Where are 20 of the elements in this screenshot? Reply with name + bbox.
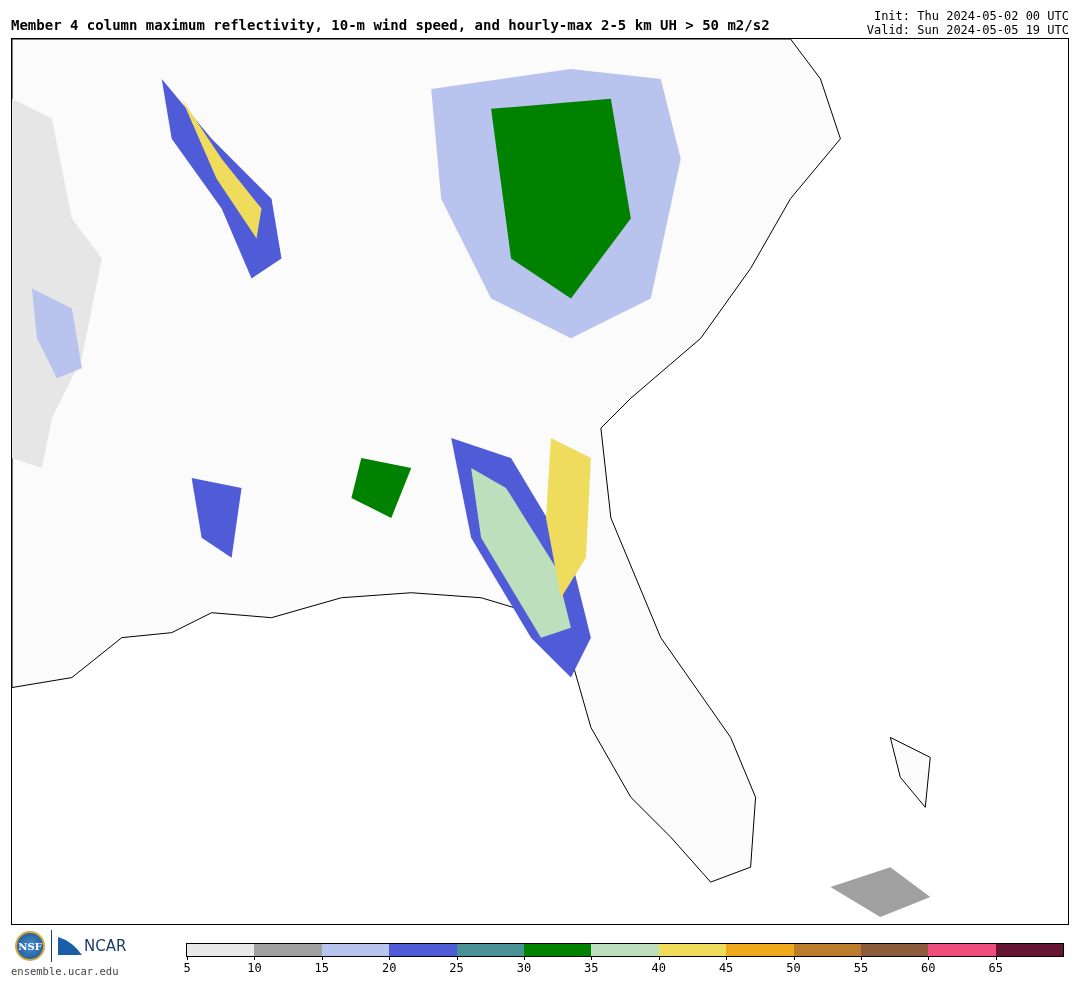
valid-time: Valid: Sun 2024-05-05 19 UTC	[866, 23, 1069, 37]
colorbar-label: 15	[314, 961, 329, 975]
site-url: ensemble.ucar.edu	[11, 965, 119, 977]
nsf-logo: NSF	[15, 931, 45, 961]
colorbar-label: 25	[449, 961, 464, 975]
chart-title: Member 4 column maximum reflectivity, 10-m wind speed, and hourly-max 2-5 km UH > 50 m2/s2	[11, 17, 770, 35]
colorbar-label: 65	[988, 961, 1003, 975]
colorbar-label: 45	[718, 961, 734, 975]
colorbar-label: 10	[247, 961, 262, 975]
colorbar-label: 30	[516, 961, 532, 975]
colorbar-label: 40	[651, 961, 666, 975]
colorbar-label: 55	[853, 961, 869, 975]
colorbar-label: 20	[381, 961, 397, 975]
colorbar-label: 60	[921, 961, 936, 975]
init-time: Init: Thu 2024-05-02 00 UTC	[872, 9, 1069, 23]
ncar-logo-text: NCAR	[84, 937, 127, 955]
colorbar-label: 50	[786, 961, 801, 975]
ncar-emblem-icon	[58, 937, 82, 955]
colorbar-label: 35	[584, 961, 599, 975]
colorbar-label: 5	[183, 961, 191, 975]
